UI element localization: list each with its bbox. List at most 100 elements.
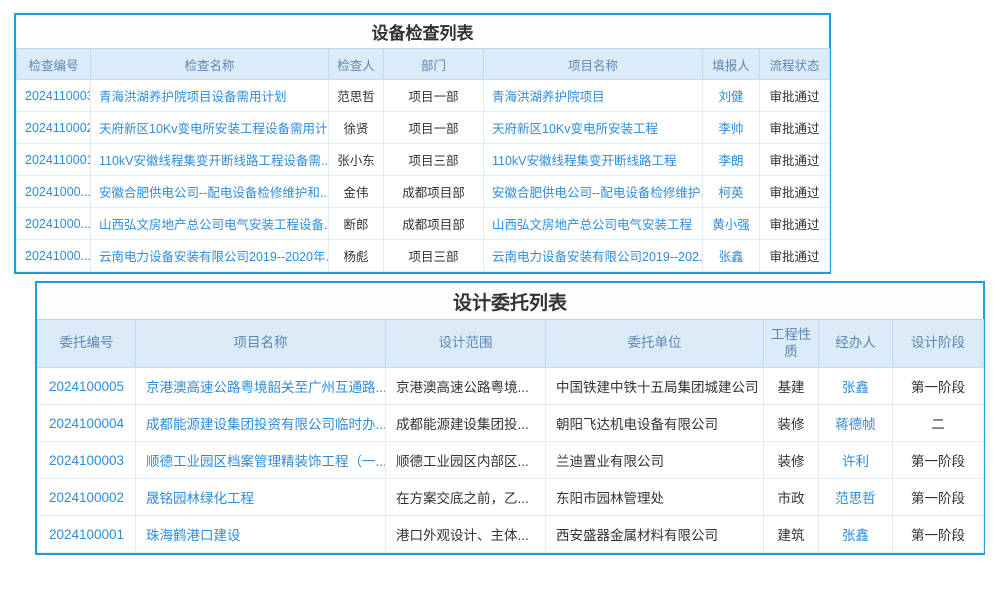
inspector-cell: 徐贤 [329, 112, 384, 144]
inspection-id-link[interactable]: 2024110002 [25, 121, 91, 135]
col-header-commission-id: 委托编号 [38, 320, 136, 368]
inspection-name-link[interactable]: 安徽合肥供电公司--配电设备检修维护和... [99, 186, 329, 200]
inspection-name-link[interactable]: 110kV安徽线程集变开断线路工程设备需... [99, 154, 329, 168]
reporter-link[interactable]: 张鑫 [718, 250, 743, 264]
col-header-department: 部门 [384, 49, 484, 80]
client-unit-cell: 兰迪置业有限公司 [546, 442, 764, 479]
col-header-design-scope: 设计范围 [386, 320, 546, 368]
table-row: 2024100002 晟铭园林绿化工程 在方案交底之前，乙... 东阳市园林管理… [38, 479, 984, 516]
project-type-cell: 装修 [764, 405, 819, 442]
inspection-id-link[interactable]: 2024110001 [25, 153, 91, 167]
col-header-inspection-name: 检查名称 [91, 49, 329, 80]
status-badge: 审批通过 [760, 176, 830, 208]
project-type-cell: 市政 [764, 479, 819, 516]
commission-id-link[interactable]: 2024100003 [49, 453, 124, 468]
inspection-id-link[interactable]: 2024110003 [25, 89, 91, 103]
equipment-inspection-table-card: 设备检查列表 检查编号 检查名称 检查人 部门 项目名称 填报人 流程状态 [14, 13, 831, 274]
project-name-link[interactable]: 成都能源建设集团投资有限公司临时办... [146, 417, 386, 432]
department-cell: 成都项目部 [384, 176, 484, 208]
handler-link[interactable]: 蒋德帧 [835, 417, 876, 432]
table-row: 2024100001 珠海鹤港口建设 港口外观设计、主体... 西安盛器金属材料… [38, 516, 984, 553]
inspector-cell: 范思哲 [329, 80, 384, 112]
table-row: 20241000... 云南电力设备安装有限公司2019--2020年... 杨… [17, 240, 830, 272]
project-name-link[interactable]: 安徽合肥供电公司--配电设备检修维护... [492, 186, 703, 200]
project-type-cell: 装修 [764, 442, 819, 479]
design-stage-cell: 第一阶段 [893, 479, 984, 516]
design-commission-table: 委托编号 项目名称 设计范围 委托单位 工程性质 经办人 设计阶段 202410… [37, 319, 984, 553]
status-badge: 审批通过 [760, 144, 830, 176]
reporter-link[interactable]: 李帅 [718, 122, 743, 136]
table-row: 2024100005 京港澳高速公路粤境韶关至广州互通路... 京港澳高速公路粤… [38, 368, 984, 405]
design-scope-cell: 在方案交底之前，乙... [386, 479, 546, 516]
project-name-link[interactable]: 天府新区10Kv变电所安装工程 [492, 122, 658, 136]
table-row: 2024110002 天府新区10Kv变电所安装工程设备需用计划 徐贤 项目一部… [17, 112, 830, 144]
inspection-name-link[interactable]: 山西弘文房地产总公司电气安装工程设备... [99, 218, 329, 232]
commission-id-link[interactable]: 2024100005 [49, 379, 124, 394]
project-name-link[interactable]: 顺德工业园区档案管理精装饰工程（一... [146, 454, 386, 469]
handler-link[interactable]: 范思哲 [835, 491, 876, 506]
col-header-flow-status: 流程状态 [760, 49, 830, 80]
project-type-cell: 基建 [764, 368, 819, 405]
project-name-link[interactable]: 110kV安徽线程集变开断线路工程 [492, 154, 677, 168]
status-badge: 审批通过 [760, 208, 830, 240]
status-badge: 审批通过 [760, 112, 830, 144]
handler-link[interactable]: 许利 [842, 454, 869, 469]
col-header-project-type: 工程性质 [764, 320, 819, 368]
equipment-inspection-title: 设备检查列表 [16, 15, 829, 48]
inspection-name-link[interactable]: 云南电力设备安装有限公司2019--2020年... [99, 250, 329, 264]
inspection-name-link[interactable]: 天府新区10Kv变电所安装工程设备需用计划 [99, 122, 329, 136]
design-commission-title: 设计委托列表 [37, 283, 983, 319]
commission-id-link[interactable]: 2024100004 [49, 416, 124, 431]
col-header-inspector: 检查人 [329, 49, 384, 80]
inspector-cell: 断郎 [329, 208, 384, 240]
col-header-project-name: 项目名称 [136, 320, 386, 368]
inspector-cell: 张小东 [329, 144, 384, 176]
col-header-inspection-id: 检查编号 [17, 49, 91, 80]
design-scope-cell: 顺德工业园区内部区... [386, 442, 546, 479]
design-stage-cell: 第一阶段 [893, 516, 984, 553]
design-scope-cell: 成都能源建设集团投... [386, 405, 546, 442]
table-row: 2024110003 青海洪湖养护院项目设备需用计划 范思哲 项目一部 青海洪湖… [17, 80, 830, 112]
col-header-reporter: 填报人 [703, 49, 760, 80]
reporter-link[interactable]: 柯英 [718, 186, 743, 200]
reporter-link[interactable]: 黄小强 [712, 218, 750, 232]
reporter-link[interactable]: 李朗 [718, 154, 743, 168]
table-row: 20241000... 山西弘文房地产总公司电气安装工程设备... 断郎 成都项… [17, 208, 830, 240]
table-header-row: 检查编号 检查名称 检查人 部门 项目名称 填报人 流程状态 [17, 49, 830, 80]
project-name-link[interactable]: 青海洪湖养护院项目 [492, 90, 605, 104]
table-row: 2024100003 顺德工业园区档案管理精装饰工程（一... 顺德工业园区内部… [38, 442, 984, 479]
design-commission-table-card: 设计委托列表 委托编号 项目名称 设计范围 委托单位 工程性质 经办人 设计阶段 [35, 281, 985, 555]
inspector-cell: 杨彪 [329, 240, 384, 272]
inspection-id-link[interactable]: 20241000... [25, 217, 91, 231]
table-row: 20241000... 安徽合肥供电公司--配电设备检修维护和... 金伟 成都… [17, 176, 830, 208]
table-row: 2024100004 成都能源建设集团投资有限公司临时办... 成都能源建设集团… [38, 405, 984, 442]
project-name-link[interactable]: 晟铭园林绿化工程 [146, 491, 254, 506]
client-unit-cell: 中国铁建中铁十五局集团城建公司 [546, 368, 764, 405]
department-cell: 项目一部 [384, 112, 484, 144]
reporter-link[interactable]: 刘健 [718, 90, 743, 104]
handler-link[interactable]: 张鑫 [842, 380, 869, 395]
project-name-link[interactable]: 珠海鹤港口建设 [146, 528, 241, 543]
department-cell: 成都项目部 [384, 208, 484, 240]
commission-id-link[interactable]: 2024100001 [49, 527, 124, 542]
col-header-design-stage: 设计阶段 [893, 320, 984, 368]
table-header-row: 委托编号 项目名称 设计范围 委托单位 工程性质 经办人 设计阶段 [38, 320, 984, 368]
col-header-project-name: 项目名称 [484, 49, 703, 80]
handler-link[interactable]: 张鑫 [842, 528, 869, 543]
commission-id-link[interactable]: 2024100002 [49, 490, 124, 505]
design-scope-cell: 京港澳高速公路粤境... [386, 368, 546, 405]
project-type-cell: 建筑 [764, 516, 819, 553]
table-row: 2024110001 110kV安徽线程集变开断线路工程设备需... 张小东 项… [17, 144, 830, 176]
inspector-cell: 金伟 [329, 176, 384, 208]
project-name-link[interactable]: 云南电力设备安装有限公司2019--202... [492, 250, 703, 264]
status-badge: 审批通过 [760, 80, 830, 112]
client-unit-cell: 西安盛器金属材料有限公司 [546, 516, 764, 553]
inspection-id-link[interactable]: 20241000... [25, 249, 91, 263]
client-unit-cell: 朝阳飞达机电设备有限公司 [546, 405, 764, 442]
project-name-link[interactable]: 京港澳高速公路粤境韶关至广州互通路... [146, 380, 386, 395]
inspection-id-link[interactable]: 20241000... [25, 185, 91, 199]
inspection-name-link[interactable]: 青海洪湖养护院项目设备需用计划 [99, 90, 287, 104]
department-cell: 项目一部 [384, 80, 484, 112]
project-name-link[interactable]: 山西弘文房地产总公司电气安装工程 [492, 218, 692, 232]
department-cell: 项目三部 [384, 144, 484, 176]
